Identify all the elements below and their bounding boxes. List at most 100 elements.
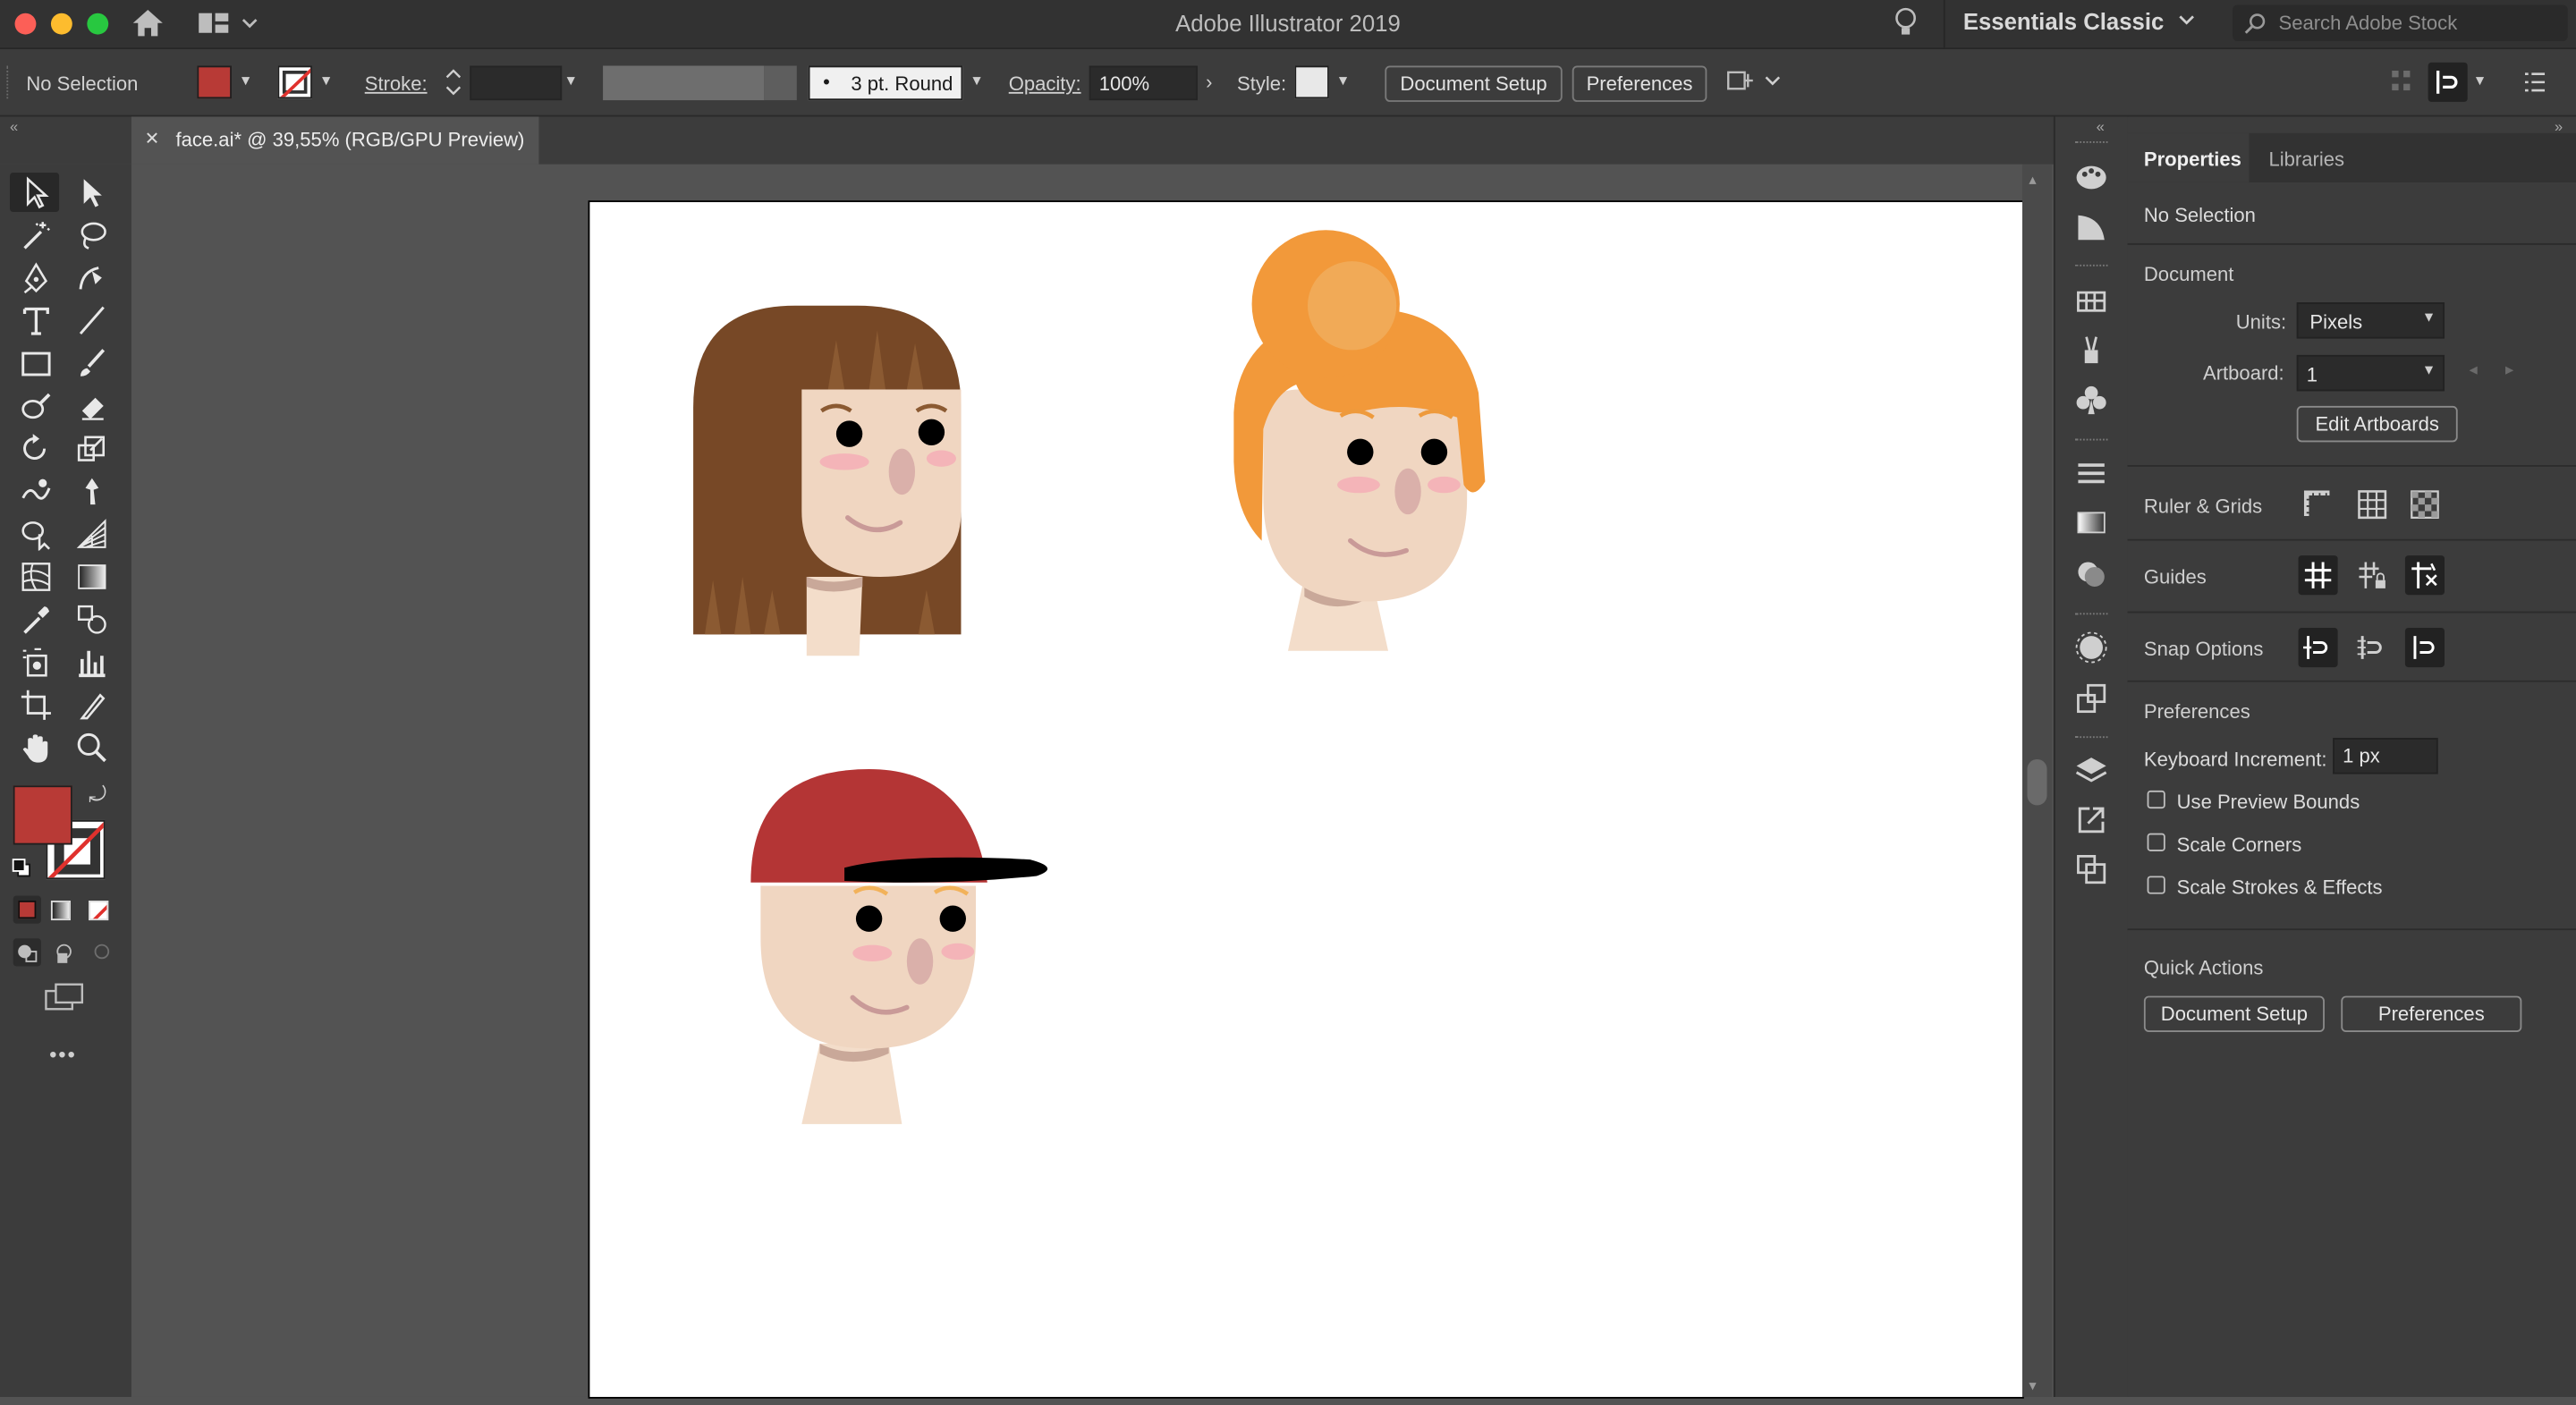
layers-icon[interactable] [2072, 751, 2111, 791]
smart-guides-icon[interactable] [2404, 555, 2445, 596]
default-fill-stroke-icon[interactable] [12, 856, 31, 877]
pen-tool-icon[interactable] [16, 258, 55, 298]
scale-tool-icon[interactable] [72, 429, 112, 469]
align-icon[interactable] [2390, 69, 2413, 100]
stroke-swatch[interactable] [277, 65, 312, 99]
scroll-up-icon[interactable]: ▴ [2029, 171, 2036, 189]
brush-definition[interactable]: • 3 pt. Round [808, 65, 963, 101]
type-tool-icon[interactable] [16, 300, 55, 340]
collapse-panels-icon[interactable]: « [2097, 118, 2105, 134]
selection-tool-icon[interactable] [16, 173, 55, 212]
tab-properties[interactable]: Properties [2144, 148, 2241, 171]
paintbrush-tool-icon[interactable] [72, 343, 112, 383]
mesh-tool-icon[interactable] [16, 557, 55, 597]
draw-normal-icon[interactable] [13, 938, 41, 967]
face-red-cap[interactable] [750, 768, 1048, 1124]
asset-export-icon[interactable] [2072, 800, 2111, 840]
draw-inside-icon[interactable] [89, 938, 116, 966]
hand-tool-icon[interactable] [16, 728, 55, 767]
shape-builder-tool-icon[interactable] [16, 514, 55, 554]
opacity-label[interactable]: Opacity: [1009, 72, 1081, 96]
gradient-panel-icon[interactable] [2072, 503, 2111, 542]
scale-corners-label[interactable]: Scale Corners [2177, 834, 2302, 857]
symbol-sprayer-tool-icon[interactable] [16, 643, 55, 682]
zoom-tool-icon[interactable] [72, 728, 112, 767]
stroke-label[interactable]: Stroke: [365, 72, 428, 96]
color-mode-icon[interactable] [13, 895, 41, 924]
panel-menu-icon[interactable] [2523, 69, 2546, 100]
face-brown-hair[interactable] [693, 305, 962, 656]
edit-toolbar-icon[interactable]: ••• [49, 1042, 77, 1067]
puppet-warp-tool-icon[interactable] [72, 471, 112, 511]
snap-icon[interactable] [2428, 62, 2468, 102]
snap-to-point-icon[interactable] [2298, 627, 2338, 668]
artboard-tool-icon[interactable] [16, 685, 55, 724]
collapse-toolbar-icon[interactable]: « [10, 118, 18, 134]
zoom-window-button[interactable] [87, 13, 109, 35]
profile-dropdown[interactable] [764, 65, 797, 101]
lock-guides-icon[interactable] [2352, 555, 2392, 595]
draw-behind-icon[interactable] [51, 938, 79, 966]
scale-corners-checkbox[interactable] [2147, 833, 2165, 851]
lightbulb-icon[interactable] [1893, 6, 1919, 47]
quick-document-setup-button[interactable]: Document Setup [2143, 995, 2325, 1033]
stroke-stepper[interactable] [440, 66, 466, 99]
use-preview-bounds-checkbox[interactable] [2147, 790, 2165, 809]
grid-icon[interactable] [2352, 485, 2392, 524]
edit-artboards-button[interactable]: Edit Artboards [2296, 405, 2458, 443]
symbols-icon[interactable] [2072, 379, 2111, 419]
transparency-icon[interactable] [2072, 554, 2111, 593]
stock-search-field[interactable]: Search Adobe Stock [2233, 4, 2568, 41]
swatches-icon[interactable] [2072, 281, 2111, 320]
snap-to-pixel-icon[interactable] [2404, 627, 2445, 668]
close-icon[interactable]: ✕ [145, 128, 160, 149]
units-select[interactable]: Pixels ▾ [2296, 302, 2445, 339]
variable-width-profile[interactable] [603, 65, 765, 101]
direct-selection-tool-icon[interactable] [72, 173, 112, 212]
artboard-select[interactable]: 1 ▾ [2296, 354, 2445, 392]
perspective-grid-tool-icon[interactable] [72, 514, 112, 554]
preferences-button[interactable]: Preferences [1572, 65, 1707, 102]
gradient-mode-icon[interactable] [50, 901, 71, 921]
blend-tool-icon[interactable] [72, 600, 112, 639]
chevron-down-icon[interactable]: ▾ [242, 72, 250, 90]
line-tool-icon[interactable] [72, 300, 112, 340]
document-tab[interactable]: ✕ face.ai* @ 39,55% (RGB/GPU Preview) [131, 116, 539, 165]
graphic-styles-icon[interactable] [2072, 679, 2111, 718]
snap-to-grid-icon[interactable] [2352, 628, 2392, 667]
ruler-icon[interactable] [2299, 485, 2338, 524]
use-preview-bounds-label[interactable]: Use Preview Bounds [2177, 791, 2360, 814]
chevron-down-icon[interactable]: ▾ [567, 72, 575, 90]
tab-libraries[interactable]: Libraries [2268, 148, 2344, 171]
slice-tool-icon[interactable] [72, 685, 112, 724]
show-guides-icon[interactable] [2298, 555, 2338, 596]
previous-artboard-icon[interactable]: ◂ [2470, 361, 2478, 379]
rotate-tool-icon[interactable] [16, 429, 55, 469]
arrange-documents-icon[interactable] [197, 10, 262, 45]
chevron-down-icon[interactable] [2177, 8, 2197, 39]
arrange-icon[interactable] [1725, 66, 1784, 104]
shaper-tool-icon[interactable] [16, 386, 55, 426]
none-mode-icon[interactable] [89, 901, 109, 921]
fill-swatch[interactable] [197, 65, 232, 99]
chevron-down-icon[interactable]: ▾ [1339, 72, 1347, 90]
color-palette-icon[interactable] [2072, 157, 2111, 196]
warp-tool-icon[interactable] [16, 471, 55, 511]
lasso-tool-icon[interactable] [72, 216, 112, 255]
chevron-right-icon[interactable]: › [1206, 71, 1212, 94]
chevron-down-icon[interactable]: ▾ [322, 72, 330, 90]
artboard[interactable] [589, 202, 2022, 1397]
magic-wand-tool-icon[interactable] [16, 216, 55, 255]
document-setup-button[interactable]: Document Setup [1385, 65, 1563, 102]
fill-indicator[interactable] [13, 785, 72, 845]
transparency-grid-icon[interactable] [2405, 485, 2445, 524]
chevron-down-icon[interactable]: ▾ [2476, 72, 2484, 90]
swap-fill-stroke-icon[interactable]: ⤾ [89, 783, 106, 808]
face-orange-hair[interactable] [1233, 230, 1486, 651]
color-guide-icon[interactable] [2072, 207, 2111, 247]
minimize-window-button[interactable] [50, 13, 72, 35]
artboards-panel-icon[interactable] [2072, 850, 2111, 889]
appearance-icon[interactable] [2072, 628, 2111, 667]
gradient-tool-icon[interactable] [72, 557, 112, 597]
vertical-scrollbar[interactable]: ▴ ▾ [2021, 164, 2053, 1397]
